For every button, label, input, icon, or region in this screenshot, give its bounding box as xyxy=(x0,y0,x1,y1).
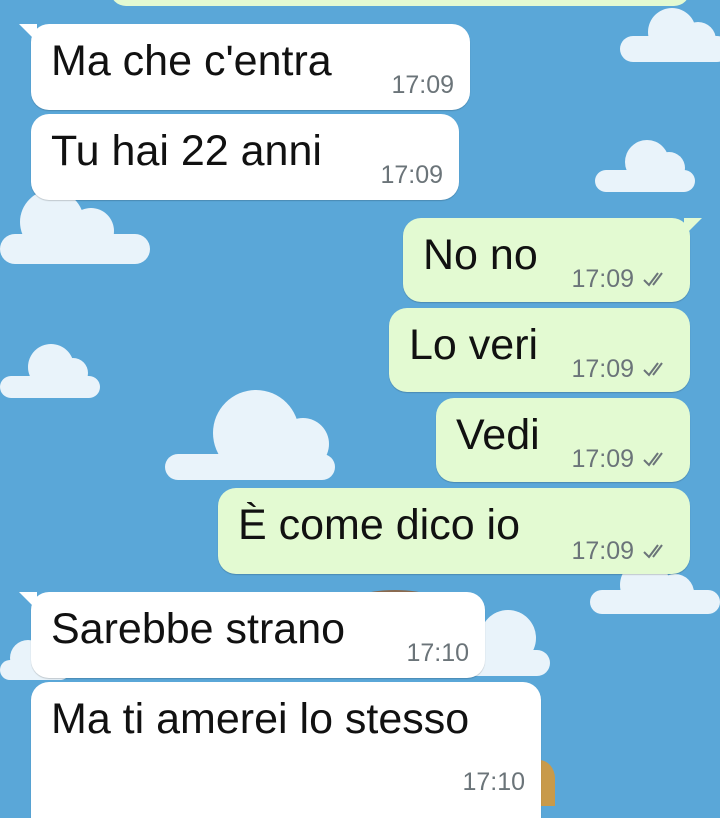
double-check-icon xyxy=(643,272,663,287)
bubble-tail xyxy=(19,24,37,42)
message-time: 17:09 xyxy=(571,537,634,565)
message-bubble-incoming[interactable]: Ma che c'entra 17:09 xyxy=(19,24,470,110)
message-text: Ma ti amerei lo stesso xyxy=(51,695,470,743)
message-time: 17:09 xyxy=(571,265,634,293)
bubble-tail xyxy=(684,218,702,236)
message-bubble-outgoing[interactable]: Lo veri 17:09 xyxy=(389,308,690,392)
message-text: Tu hai 22 anni xyxy=(51,127,322,175)
message-bubble-incoming[interactable]: Sarebbe strano 17:10 xyxy=(19,592,485,678)
message-bubble-outgoing[interactable]: Vedi 17:09 xyxy=(436,398,690,482)
message-text: È come dico io xyxy=(238,501,521,549)
message-text: Vedi xyxy=(456,411,540,459)
message-text: Sarebbe strano xyxy=(51,605,346,653)
message-bubble-outgoing[interactable]: No no 17:09 xyxy=(403,218,702,302)
bubble-tail xyxy=(19,592,37,610)
double-check-icon xyxy=(643,544,663,559)
message-text: No no xyxy=(423,231,538,279)
double-check-icon xyxy=(643,362,663,377)
message-time: 17:09 xyxy=(571,445,634,473)
message-bubble-outgoing[interactable]: È come dico io 17:09 xyxy=(218,488,690,574)
message-time: 17:10 xyxy=(462,768,525,796)
message-text: Lo veri xyxy=(409,321,539,369)
message-time: 17:10 xyxy=(406,639,469,667)
message-bubble-incoming[interactable]: Ma ti amerei lo stesso 17:10 xyxy=(31,682,541,818)
message-bubble-partial xyxy=(110,0,690,6)
double-check-icon xyxy=(643,452,663,467)
message-time: 17:09 xyxy=(391,71,454,99)
message-text: Ma che c'entra xyxy=(51,37,332,85)
message-time: 17:09 xyxy=(571,355,634,383)
message-bubble-incoming[interactable]: Tu hai 22 anni 17:09 xyxy=(31,114,459,200)
message-time: 17:09 xyxy=(380,161,443,189)
